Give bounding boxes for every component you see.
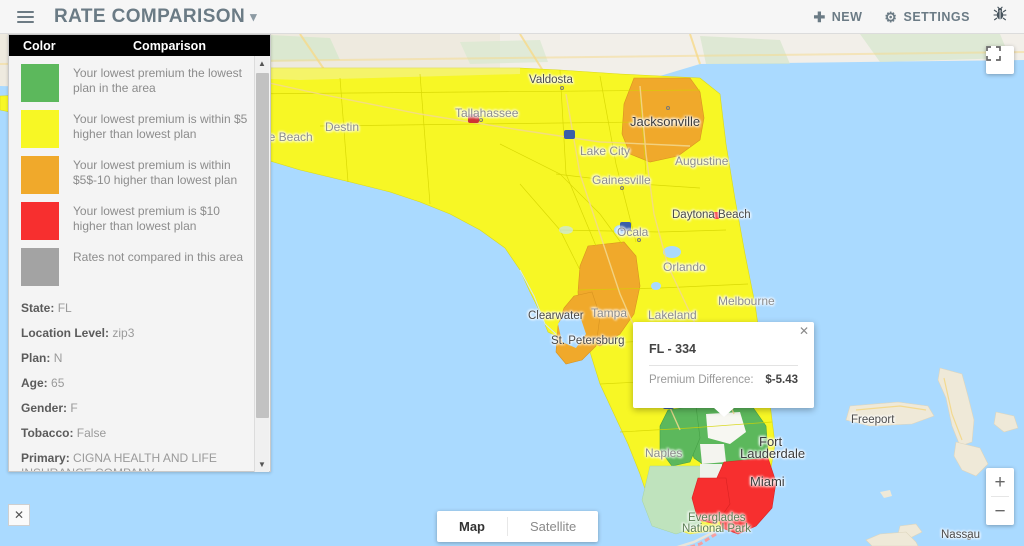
info-window-divider xyxy=(649,365,798,366)
filter-parameter-list: State: FL Location Level: zip3 Plan: N Age:… xyxy=(9,290,270,471)
legend-rows: Your lowest premium the lowest plan in t… xyxy=(9,56,270,290)
filter-parameter-value: F xyxy=(70,401,78,415)
info-window-metric: Premium Difference: $-5.43 xyxy=(649,374,798,386)
scroll-down-arrow-icon[interactable]: ▼ xyxy=(255,457,270,472)
legend-row-text: Rates not compared in this area xyxy=(73,250,244,264)
filter-parameter-value: 65 xyxy=(51,376,65,390)
map-type-satellite-button[interactable]: Satellite xyxy=(508,511,598,542)
scrollbar-track[interactable] xyxy=(255,71,270,457)
legend-body: Your lowest premium the lowest plan in t… xyxy=(9,56,270,471)
hamburger-menu-icon[interactable] xyxy=(8,0,42,34)
fullscreen-icon[interactable] xyxy=(986,46,1014,74)
map-info-window: ✕ FL - 334 Premium Difference: $-5.43 xyxy=(633,322,814,417)
city-marker xyxy=(479,118,483,122)
chevron-down-icon[interactable]: ▾ xyxy=(250,9,257,25)
legend-col-comparison-header: Comparison xyxy=(133,38,206,53)
legend-color-swatch xyxy=(21,248,59,286)
scrollbar-thumb[interactable] xyxy=(255,73,269,418)
legend-header-row: Color Comparison xyxy=(9,35,270,56)
info-window-close-icon[interactable]: ✕ xyxy=(799,325,809,337)
filter-parameter-row: Age: 65 xyxy=(21,371,249,396)
scroll-up-arrow-icon[interactable]: ▲ xyxy=(255,56,270,71)
filter-parameter-label: Location Level: xyxy=(21,326,110,340)
page-title: RATE COMPARISON ▾ xyxy=(54,6,257,28)
legend-row-text: Your lowest premium is within $5 higher … xyxy=(73,112,248,141)
legend-panel: Color Comparison Your lowest premium the… xyxy=(8,34,271,472)
new-button-label: NEW xyxy=(831,9,863,24)
legend-panel-close-button[interactable]: ✕ xyxy=(8,504,30,526)
zoom-controls: + − xyxy=(986,468,1014,525)
gear-icon: ⚙ xyxy=(884,8,898,25)
legend-scrollbar[interactable]: ▲ ▼ xyxy=(254,56,269,472)
premium-difference-value: $-5.43 xyxy=(765,374,798,386)
plus-icon: ✚ xyxy=(813,8,826,25)
filter-parameter-row: Primary: CIGNA HEALTH AND LIFE INSURANCE… xyxy=(21,446,249,471)
zoom-in-button[interactable]: + xyxy=(986,468,1014,496)
filter-parameter-row: Gender: F xyxy=(21,396,249,421)
app-root: RATE COMPARISON ▾ ✚ NEW ⚙ SETTINGS Desti… xyxy=(0,0,1024,546)
filter-parameter-value: FL xyxy=(57,301,72,315)
city-marker xyxy=(967,536,971,540)
bug-icon[interactable] xyxy=(992,6,1008,27)
city-marker xyxy=(560,86,564,90)
filter-parameter-value: N xyxy=(53,351,63,365)
filter-parameter-row: State: FL xyxy=(21,296,249,321)
filter-parameter-label: Gender: xyxy=(21,401,68,415)
new-button[interactable]: ✚ NEW xyxy=(814,10,863,24)
legend-row: Your lowest premium is within $5 higher … xyxy=(9,106,270,152)
legend-color-swatch xyxy=(21,110,59,148)
legend-color-swatch xyxy=(21,202,59,240)
map-type-switcher: Map Satellite xyxy=(437,511,599,542)
filter-parameter-label: Tobacco: xyxy=(21,426,74,440)
filter-parameter-label: State: xyxy=(21,301,55,315)
city-marker xyxy=(666,106,670,110)
filter-parameter-label: Primary: xyxy=(21,451,70,465)
top-bar-actions: ✚ NEW ⚙ SETTINGS xyxy=(814,6,1008,27)
top-app-bar: RATE COMPARISON ▾ ✚ NEW ⚙ SETTINGS xyxy=(0,0,1024,34)
settings-button-label: SETTINGS xyxy=(903,9,970,24)
zoom-out-button[interactable]: − xyxy=(986,497,1014,525)
filter-parameter-value: False xyxy=(76,426,107,440)
legend-row: Your lowest premium is $10 higher than l… xyxy=(9,198,270,244)
page-title-text: RATE COMPARISON xyxy=(54,5,246,27)
map-type-map-button[interactable]: Map xyxy=(437,511,507,542)
legend-color-swatch xyxy=(21,64,59,102)
settings-button[interactable]: ⚙ SETTINGS xyxy=(884,10,970,24)
legend-row: Rates not compared in this area xyxy=(9,244,270,290)
filter-parameter-label: Age: xyxy=(21,376,48,390)
legend-row: Your lowest premium is within $5$-10 hig… xyxy=(9,152,270,198)
premium-difference-label: Premium Difference: xyxy=(649,374,754,386)
filter-parameter-row: Location Level: zip3 xyxy=(21,321,249,346)
legend-color-swatch xyxy=(21,156,59,194)
legend-row-text: Your lowest premium is within $5$-10 hig… xyxy=(73,158,238,187)
filter-parameter-row: Tobacco: False xyxy=(21,421,249,446)
legend-row-text: Your lowest premium is $10 higher than l… xyxy=(73,204,220,233)
legend-row: Your lowest premium the lowest plan in t… xyxy=(9,60,270,106)
legend-col-color-header: Color xyxy=(23,38,56,53)
city-marker xyxy=(620,186,624,190)
city-marker xyxy=(637,238,641,242)
legend-row-text: Your lowest premium the lowest plan in t… xyxy=(73,66,242,95)
filter-parameter-row: Plan: N xyxy=(21,346,249,371)
filter-parameter-value: zip3 xyxy=(112,326,135,340)
info-window-title: FL - 334 xyxy=(649,342,697,356)
filter-parameter-label: Plan: xyxy=(21,351,51,365)
